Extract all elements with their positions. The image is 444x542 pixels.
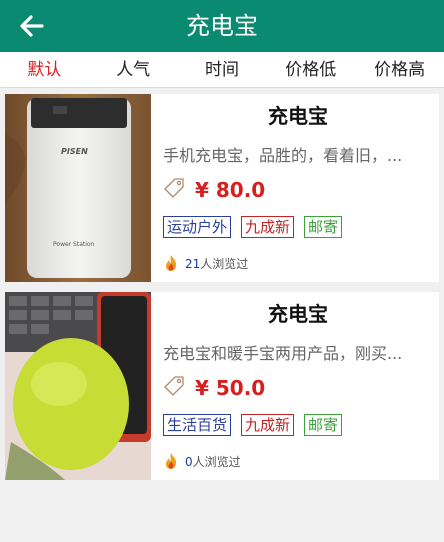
product-description: 手机充电宝，品胜的，看着旧，... [163,146,403,165]
tab-default[interactable]: 默认 [0,52,89,87]
view-count-suffix: 人浏览过 [192,454,241,469]
flame-icon [166,453,177,469]
page-title: 充电宝 [186,12,258,40]
tab-time[interactable]: 时间 [178,52,267,87]
view-count: 21人浏览过 [163,254,248,272]
product-name: 充电宝 [268,302,328,326]
price-tag-icon [164,376,184,396]
view-count: 0人浏览过 [163,452,241,470]
tab-popularity[interactable]: 人气 [89,52,178,87]
category-tag: 运动户外 [163,216,232,238]
product-card[interactable]: 充电宝 充电宝和暖手宝两用产品，刚买... ¥ 50.0 生活百货 九成新 邮寄… [5,292,439,480]
flame-icon [166,255,177,271]
sort-tabs: 默认 人气 时间 价格低 价格高 [0,52,444,88]
product-name: 充电宝 [268,104,328,128]
product-card[interactable]: PISEN Power Station 充电宝 手机充电宝，品胜的，看着旧，..… [5,94,439,282]
product-description: 充电宝和暖手宝两用产品，刚买... [163,344,403,363]
price-tag-icon [164,178,184,198]
condition-tag: 九成新 [241,216,295,238]
view-count-suffix: 人浏览过 [200,256,249,271]
shipping-tag: 邮寄 [304,216,343,238]
shipping-tag: 邮寄 [304,414,343,436]
product-image: PISEN Power Station [5,94,151,282]
view-count-number: 0 [185,454,193,469]
product-price: ¥ 50.0 [195,376,266,400]
condition-tag: 九成新 [241,414,295,436]
tab-price-low[interactable]: 价格低 [266,52,355,87]
product-image [5,292,151,480]
category-tag: 生活百货 [163,414,232,436]
product-price: ¥ 80.0 [195,178,266,202]
view-count-number: 21 [185,256,201,271]
app-header: 充电宝 [0,0,444,52]
product-tags: 运动户外 九成新 邮寄 [163,216,343,238]
image-model-text: Power Station [53,241,95,248]
tab-price-high[interactable]: 价格高 [355,52,444,87]
product-tags: 生活百货 九成新 邮寄 [163,414,343,436]
image-brand-text: PISEN [61,147,88,156]
